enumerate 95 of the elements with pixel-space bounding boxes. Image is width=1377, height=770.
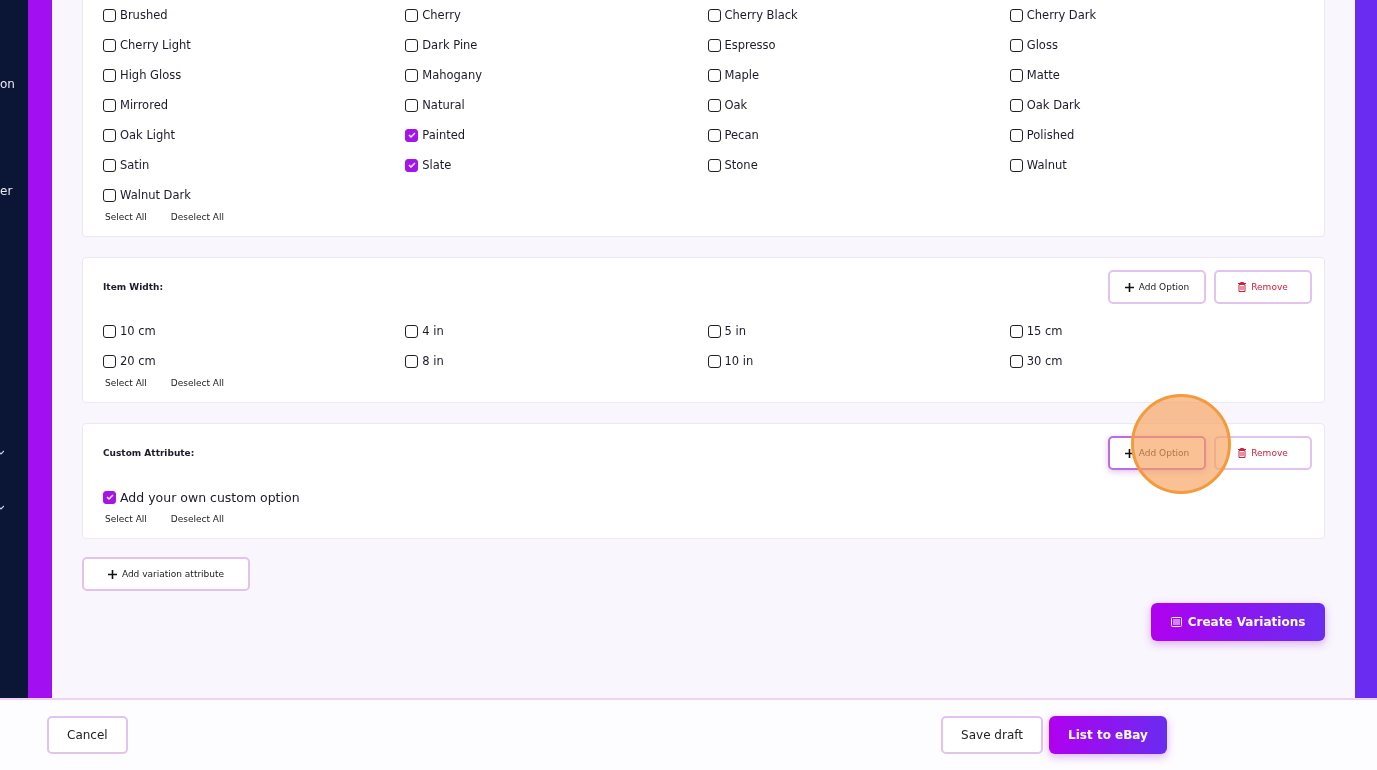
checkmark-icon xyxy=(407,132,416,138)
option-label: Walnut xyxy=(1026,158,1067,172)
option-label: High Gloss xyxy=(120,68,182,82)
option-label: Slate xyxy=(422,158,452,172)
option-label: Add your own custom option xyxy=(120,489,300,505)
checkbox[interactable] xyxy=(405,354,419,368)
option-label: 10 in xyxy=(724,354,754,368)
option-label: Maple xyxy=(724,68,760,82)
option-label: 15 cm xyxy=(1026,324,1063,338)
option-label: Pecan xyxy=(724,128,759,142)
checkbox[interactable] xyxy=(103,158,116,172)
checkbox[interactable] xyxy=(1009,8,1023,22)
trash-icon xyxy=(1238,282,1247,292)
checkbox[interactable] xyxy=(405,128,419,142)
checkmark-icon xyxy=(407,162,416,168)
checkbox[interactable] xyxy=(103,490,116,504)
list-to-ebay-button[interactable]: List to eBay xyxy=(1049,716,1167,754)
option-label: Mirrored xyxy=(120,98,168,112)
checkmark-icon xyxy=(105,494,114,500)
option-label: 20 cm xyxy=(120,354,156,368)
option-label: Natural xyxy=(422,98,465,112)
option-label: Cherry Black xyxy=(724,8,798,22)
option-label: Espresso xyxy=(724,38,776,52)
sidebar-item[interactable]: er xyxy=(0,184,13,198)
sidebar-item[interactable]: on xyxy=(0,77,15,91)
checkbox[interactable] xyxy=(103,354,116,368)
checkbox[interactable] xyxy=(103,38,116,52)
checkbox[interactable] xyxy=(405,98,419,112)
cancel-button[interactable]: Cancel xyxy=(47,716,128,754)
option-label: 4 in xyxy=(422,324,444,338)
attribute-title: Item Width: xyxy=(103,282,164,292)
option-label: 5 in xyxy=(724,324,746,338)
option-label: Brushed xyxy=(120,8,168,22)
checkbox[interactable] xyxy=(1009,128,1023,142)
option-label: Gloss xyxy=(1026,38,1058,52)
create-variations-button[interactable]: Create Variations xyxy=(1151,603,1325,641)
option-label: Satin xyxy=(120,158,150,172)
select-all-link[interactable]: Select All xyxy=(105,378,147,388)
option-label: Cherry xyxy=(422,8,461,22)
checkbox[interactable] xyxy=(103,8,116,22)
option-label: Dark Pine xyxy=(422,38,478,52)
checkbox[interactable] xyxy=(1009,98,1023,112)
add-variation-button[interactable]: Add variation attribute xyxy=(82,557,250,591)
checkbox[interactable] xyxy=(707,128,721,142)
checkbox[interactable] xyxy=(707,324,721,338)
checkbox[interactable] xyxy=(707,158,721,172)
checkbox[interactable] xyxy=(1009,354,1023,368)
remove-button[interactable]: Remove xyxy=(1214,436,1312,470)
checkbox[interactable] xyxy=(405,324,419,338)
checkbox[interactable] xyxy=(103,324,116,338)
option-label: Painted xyxy=(422,128,466,142)
option-label: Mahogany xyxy=(422,68,482,82)
list-icon xyxy=(1170,617,1182,627)
checkbox[interactable] xyxy=(103,188,116,202)
remove-button[interactable]: Remove xyxy=(1214,270,1312,304)
checkbox[interactable] xyxy=(707,68,721,82)
deselect-all-link[interactable]: Deselect All xyxy=(170,514,225,524)
option-label: Walnut Dark xyxy=(120,188,191,202)
plus-icon xyxy=(107,569,117,579)
checkbox[interactable] xyxy=(707,38,721,52)
checkbox[interactable] xyxy=(707,8,721,22)
plus-icon xyxy=(1124,282,1134,292)
option-label: Matte xyxy=(1026,68,1060,82)
checkbox[interactable] xyxy=(1009,38,1023,52)
deselect-all-link[interactable]: Deselect All xyxy=(170,378,225,388)
checkbox[interactable] xyxy=(1009,68,1023,82)
checkbox[interactable] xyxy=(405,158,419,172)
option-label: 8 in xyxy=(422,354,444,368)
checkbox[interactable] xyxy=(707,98,721,112)
checkbox[interactable] xyxy=(103,98,116,112)
checkbox[interactable] xyxy=(1009,158,1023,172)
option-label: Oak Light xyxy=(120,128,176,142)
trash-icon xyxy=(1238,448,1247,458)
save-draft-button[interactable]: Save draft xyxy=(941,716,1043,754)
checkbox[interactable] xyxy=(1009,324,1023,338)
option-label: Cherry Light xyxy=(120,38,191,52)
select-all-link[interactable]: Select All xyxy=(105,212,147,222)
checkbox[interactable] xyxy=(103,68,116,82)
option-label: Cherry Dark xyxy=(1026,8,1097,22)
checkbox[interactable] xyxy=(405,68,419,82)
option-label: Oak xyxy=(724,98,748,112)
select-all-link[interactable]: Select All xyxy=(105,514,147,524)
option-label: Oak Dark xyxy=(1026,98,1081,112)
attribute-title: Custom Attribute: xyxy=(103,448,195,458)
checkbox[interactable] xyxy=(707,354,721,368)
option-label: 30 cm xyxy=(1026,354,1063,368)
plus-icon xyxy=(1124,448,1134,458)
option-label: Polished xyxy=(1026,128,1075,142)
checkbox[interactable] xyxy=(405,8,419,22)
option-label: 10 cm xyxy=(120,324,156,338)
checkbox[interactable] xyxy=(405,38,419,52)
option-label: Stone xyxy=(724,158,758,172)
checkbox[interactable] xyxy=(103,128,116,142)
deselect-all-link[interactable]: Deselect All xyxy=(170,212,225,222)
add-option-button[interactable]: Add Option xyxy=(1108,270,1206,304)
